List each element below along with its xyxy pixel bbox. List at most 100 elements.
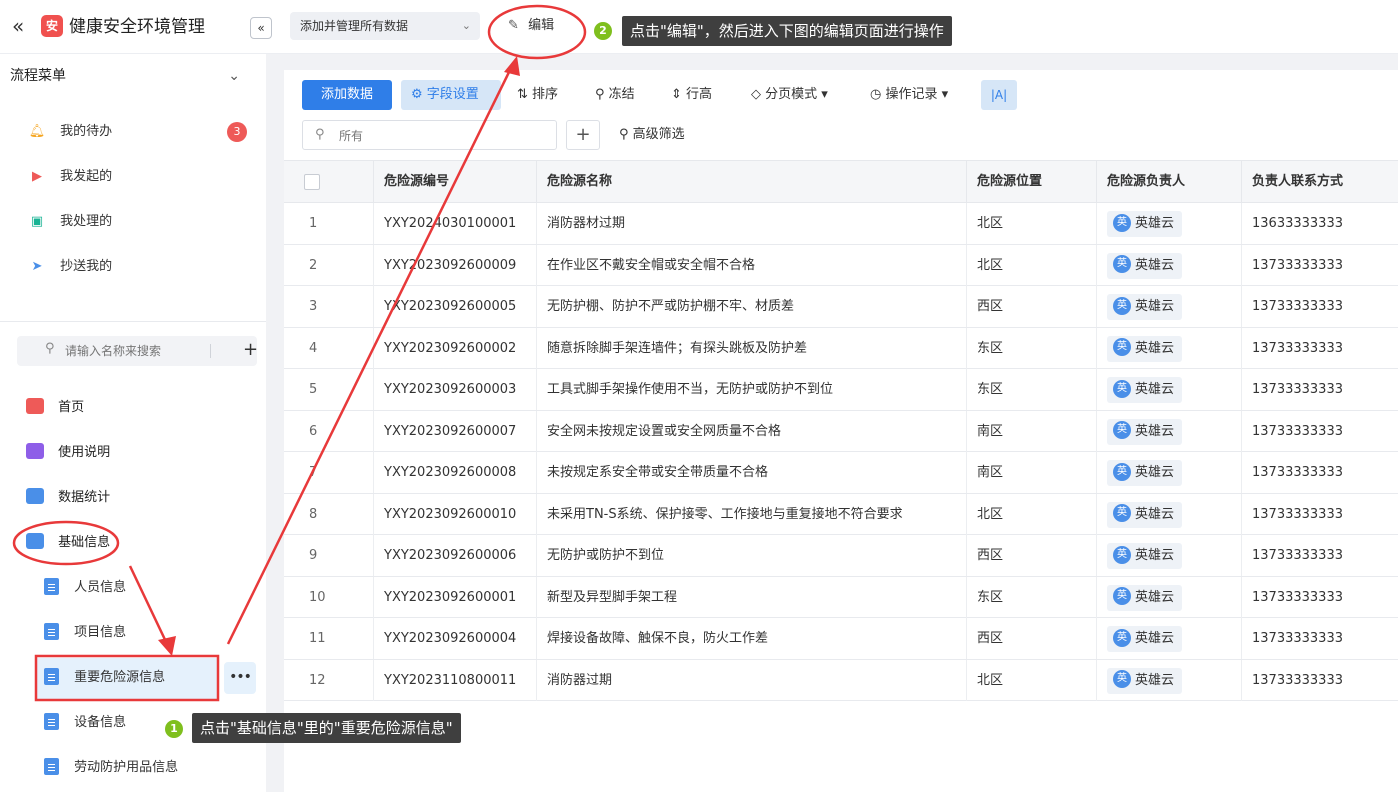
nav-item-basic-info[interactable]: 基础信息	[26, 531, 110, 555]
cell-phone: 13733333333	[1252, 589, 1343, 605]
operation-log-dropdown[interactable]: ◷ 操作记录 ▾	[870, 80, 948, 110]
step-1-callout: 点击"基础信息"里的"重要危险源信息"	[192, 713, 461, 743]
nav-item-home[interactable]: 首页	[26, 396, 84, 420]
sub-item-projects[interactable]: 项目信息	[44, 621, 126, 645]
sort-button[interactable]: ⇅ 排序	[517, 80, 558, 110]
sub-item-ppe[interactable]: 劳动防护用品信息	[44, 756, 178, 780]
owner-tag[interactable]: 英英雄云	[1107, 252, 1183, 279]
owner-tag[interactable]: 英英雄云	[1107, 335, 1183, 362]
column-header-phone[interactable]: 负责人联系方式	[1242, 161, 1398, 203]
owner-tag[interactable]: 英英雄云	[1107, 211, 1183, 237]
owner-tag[interactable]: 英英雄云	[1107, 418, 1183, 445]
font-toggle-button[interactable]: |A|	[981, 80, 1017, 110]
edit-button[interactable]: ✎ 编辑	[500, 12, 580, 40]
sidebar-collapse-button[interactable]: «	[250, 17, 272, 39]
caret-down-icon: ▾	[941, 87, 949, 102]
advanced-filter-button[interactable]: ⚲ 高级筛选	[619, 120, 685, 150]
table-row[interactable]: 7 YXY2023092600008 未按规定系安全带或安全带质量不合格 南区英英雄云…	[284, 452, 1398, 494]
owner-tag[interactable]: 英英雄云	[1107, 584, 1183, 611]
cell-name: 新型及异型脚手架工程	[537, 576, 967, 618]
add-filter-button[interactable]: +	[566, 120, 600, 150]
column-header-owner[interactable]: 危险源负责人	[1097, 161, 1242, 203]
table-row[interactable]: 4 YXY2023092600002 随意拆除脚手架连墙件；有探头跳板及防护差 东区英…	[284, 327, 1398, 369]
sub-item-personnel[interactable]: 人员信息	[44, 576, 126, 600]
nav-item-label: 基础信息	[58, 535, 111, 550]
owner-name: 英雄云	[1135, 672, 1175, 688]
owner-name: 英雄云	[1135, 423, 1175, 439]
double-chevron-left-icon[interactable]: «	[12, 14, 34, 38]
table-row[interactable]: 8 YXY2023092600010 未采用TN-S系统、保护接零、工作接地与重复接…	[284, 493, 1398, 535]
avatar: 英	[1113, 338, 1131, 356]
nav-item-statistics[interactable]: 数据统计	[26, 486, 110, 510]
cell-owner: 英英雄云	[1097, 369, 1242, 410]
cell-owner: 英英雄云	[1097, 659, 1242, 701]
search-separator	[210, 344, 211, 358]
search-icon: ⚲	[45, 341, 55, 356]
owner-tag[interactable]: 英英雄云	[1107, 667, 1183, 694]
column-header-code[interactable]: 危险源编号	[374, 161, 537, 203]
cell-index: 12	[284, 659, 374, 701]
table-row[interactable]: 1 YXY2024030100001 消防器材过期 北区英英雄云 13633333333	[284, 203, 1398, 245]
flow-item-cc[interactable]: ➤ 抄送我的	[28, 255, 113, 279]
cell-phone: 13733333333	[1252, 299, 1343, 314]
owner-tag[interactable]: 英英雄云	[1107, 294, 1183, 320]
row-height-button[interactable]: ⇕ 行高	[671, 80, 712, 110]
flow-item-initiated[interactable]: ▶ 我发起的	[28, 165, 112, 189]
cell-name: 焊接设备故障、触保不良，防火工作差	[537, 618, 967, 659]
cell-name: 消防器材过期	[537, 203, 967, 244]
chevron-down-icon: ⌄	[461, 19, 471, 32]
add-menu-button[interactable]: +	[243, 339, 258, 361]
cell-code: YXY2023092600006	[374, 535, 537, 576]
freeze-button[interactable]: ⚲ 冻结	[595, 80, 635, 110]
table-row[interactable]: 6 YXY2023092600007 安全网未按规定设置或安全网质量不合格 南区英英雄…	[284, 410, 1398, 452]
add-data-button[interactable]: 添加数据	[302, 80, 392, 110]
table-row[interactable]: 5 YXY2023092600003 工具式脚手架操作使用不当，无防护或防护不到位东…	[284, 369, 1398, 411]
table-row[interactable]: 9 YXY2023092600006 无防护或防护不到位 西区英英雄云 13733333…	[284, 535, 1398, 577]
cell-owner: 英英雄云	[1097, 203, 1242, 244]
cell-owner: 英英雄云	[1097, 286, 1242, 327]
field-settings-button[interactable]: ⚙ 字段设置	[401, 80, 501, 110]
column-header-name[interactable]: 危险源名称	[537, 161, 967, 203]
sub-item-major-hazards[interactable]: 重要危险源信息	[44, 666, 165, 690]
field-settings-label: 字段设置	[426, 87, 479, 102]
cell-location: 东区	[967, 576, 1097, 618]
table-row[interactable]: 10 YXY2023092600001 新型及异型脚手架工程 东区英英雄云 137333…	[284, 576, 1398, 618]
nav-item-label: 数据统计	[58, 490, 111, 505]
owner-tag[interactable]: 英英雄云	[1107, 501, 1183, 528]
flow-item-handled[interactable]: ▣ 我处理的	[28, 210, 112, 234]
sub-item-label: 人员信息	[74, 580, 127, 595]
cell-code: YXY2023092600004	[374, 618, 537, 659]
cell-phone: 13733333333	[1252, 340, 1343, 356]
owner-name: 英雄云	[1135, 465, 1175, 480]
cell-index: 8	[284, 493, 374, 535]
select-all-checkbox[interactable]	[304, 174, 320, 190]
owner-name: 英雄云	[1135, 299, 1175, 314]
data-scope-select[interactable]: 添加并管理所有数据 ⌄	[290, 12, 480, 40]
owner-tag[interactable]: 英英雄云	[1107, 377, 1183, 403]
nav-item-guide[interactable]: 使用说明	[26, 441, 110, 465]
cell-owner: 英英雄云	[1097, 576, 1242, 618]
owner-tag[interactable]: 英英雄云	[1107, 460, 1183, 486]
flow-menu-header[interactable]: 流程菜单 ⌄	[0, 54, 266, 98]
cell-phone: 13733333333	[1252, 382, 1343, 397]
todo-count-badge: 3	[227, 122, 247, 142]
paging-mode-dropdown[interactable]: ◇ 分页模式 ▾	[751, 80, 828, 110]
table-row[interactable]: 11 YXY2023092600004 焊接设备故障、触保不良，防火工作差 西区英英雄…	[284, 618, 1398, 660]
more-options-button[interactable]: •••	[224, 662, 256, 694]
filter-input[interactable]	[339, 126, 539, 146]
table-row[interactable]: 3 YXY2023092600005 无防护棚、防护不严或防护棚不牢、材质差 西区英英…	[284, 286, 1398, 328]
sidebar-search-input[interactable]	[65, 341, 195, 361]
cell-phone: 13733333333	[1252, 548, 1343, 563]
owner-tag[interactable]: 英英雄云	[1107, 543, 1183, 569]
column-header-location[interactable]: 危险源位置	[967, 161, 1097, 203]
owner-tag[interactable]: 英英雄云	[1107, 626, 1183, 652]
document-icon	[44, 712, 59, 730]
cell-location: 西区	[967, 535, 1097, 576]
flow-item-label: 抄送我的	[60, 259, 113, 274]
flow-item-todo[interactable]: 🔔︎ 我的待办	[28, 120, 112, 144]
table-header: 危险源编号 危险源名称 危险源位置 危险源负责人 负责人联系方式	[284, 160, 1398, 203]
table-row[interactable]: 12 YXY2023110800011 消防器过期 北区英英雄云 13733333333	[284, 659, 1398, 701]
avatar: 英	[1113, 379, 1131, 398]
table-row[interactable]: 2 YXY2023092600009 在作业区不戴安全帽或安全帽不合格 北区英英雄云 1…	[284, 244, 1398, 286]
sub-item-equipment[interactable]: 设备信息	[44, 711, 126, 735]
